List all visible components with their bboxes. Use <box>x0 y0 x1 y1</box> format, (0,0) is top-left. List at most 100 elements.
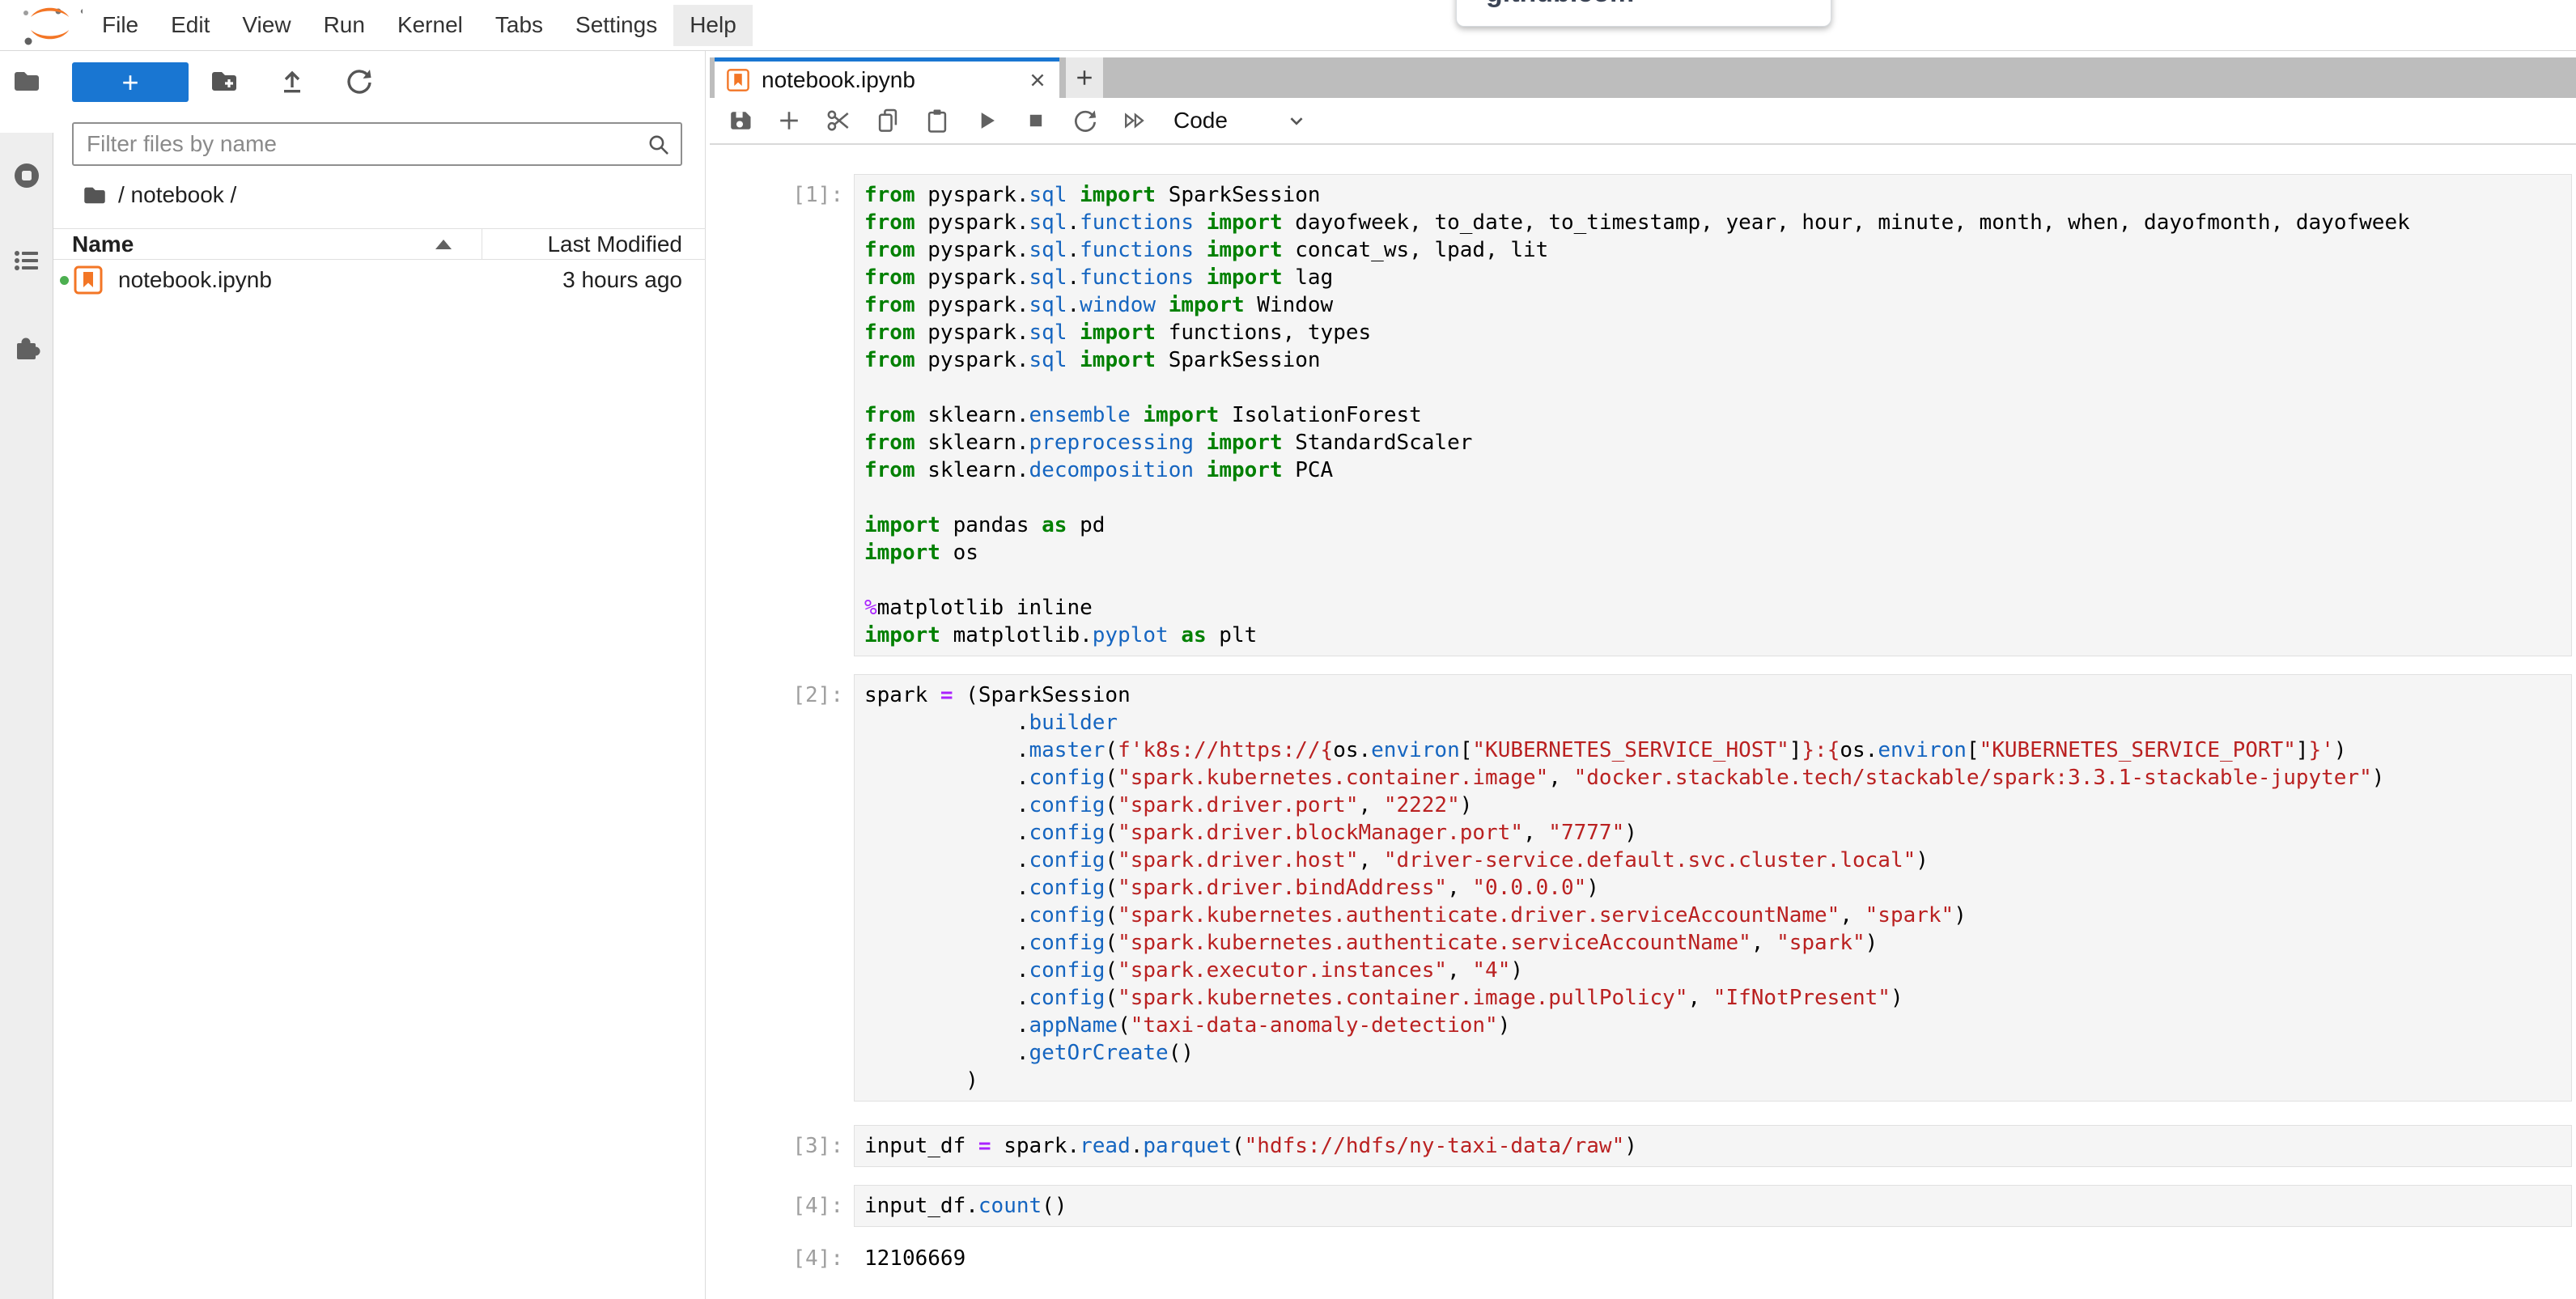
code-line: import os <box>864 539 2565 567</box>
code-cell: [2]: spark = (SparkSession .builder .mast… <box>710 674 2572 1102</box>
refresh-file-list-button[interactable] <box>342 63 377 99</box>
cell-editor[interactable]: from pyspark.sql import SparkSessionfrom… <box>854 174 2572 656</box>
home-folder-icon[interactable] <box>81 181 108 209</box>
stop-icon <box>1021 106 1050 135</box>
cell-editor[interactable]: input_df.count() <box>854 1185 2572 1227</box>
new-folder-button[interactable] <box>206 63 242 99</box>
code-line: %matplotlib inline <box>864 594 2565 622</box>
run-cell-button[interactable] <box>969 103 1004 138</box>
column-header-modified[interactable]: Last Modified <box>547 231 682 257</box>
menu-item-help[interactable]: Help <box>673 5 753 46</box>
code-line: .config("spark.kubernetes.container.imag… <box>864 984 2565 1012</box>
menu-item-settings[interactable]: Settings <box>559 0 673 50</box>
cell-type-select[interactable]: Code <box>1173 108 1228 134</box>
code-cell: [1]: from pyspark.sql import SparkSession… <box>710 174 2572 656</box>
main-menu-bar: FileEditViewRunKernelTabsSettingsHelp <box>0 0 2576 51</box>
file-row[interactable]: notebook.ipynb 3 hours ago <box>53 261 706 299</box>
run-all-cells-button[interactable] <box>1117 103 1152 138</box>
code-line: .getOrCreate() <box>864 1039 2565 1067</box>
plus-icon <box>774 106 804 135</box>
code-line: .config("spark.driver.host", "driver-ser… <box>864 847 2565 874</box>
run-icon <box>972 106 1001 135</box>
menu-item-edit[interactable]: Edit <box>155 0 226 50</box>
code-line: .config("spark.driver.port", "2222") <box>864 792 2565 819</box>
notebook-file-icon <box>73 265 104 295</box>
code-line: .config("spark.driver.blockManager.port"… <box>864 819 2565 847</box>
menu-item-run[interactable]: Run <box>308 0 381 50</box>
file-name: notebook.ipynb <box>118 267 272 293</box>
file-browser-icon[interactable] <box>11 65 43 97</box>
save-button[interactable] <box>722 103 758 138</box>
output-text: 12106669 <box>854 1245 2572 1272</box>
menu-item-file[interactable]: File <box>86 0 155 50</box>
new-launcher-button[interactable]: + <box>72 62 189 102</box>
upload-button[interactable] <box>274 63 310 99</box>
file-list-header: Name Last Modified <box>53 228 706 260</box>
dock-tab-bar: notebook.ipynb <box>710 57 2576 98</box>
restart-kernel-button[interactable] <box>1067 103 1103 138</box>
code-line: input_df = spark.read.parquet("hdfs://hd… <box>864 1132 2565 1160</box>
code-line: .config("spark.kubernetes.authenticate.d… <box>864 902 2565 929</box>
notebook-toolbar: Code <box>710 98 2576 145</box>
code-line: from sklearn.ensemble import IsolationFo… <box>864 401 2565 429</box>
code-line: from sklearn.decomposition import PCA <box>864 456 2565 484</box>
table-of-contents-icon[interactable] <box>11 244 43 277</box>
code-line: 12106669 <box>864 1245 2572 1272</box>
column-header-name[interactable]: Name <box>72 231 134 257</box>
cell-prompt: [2]: <box>761 681 843 709</box>
cell-editor[interactable]: input_df = spark.read.parquet("hdfs://hd… <box>854 1125 2572 1167</box>
code-line: from pyspark.sql import SparkSession <box>864 181 2565 209</box>
browser-popup: github.com <box>1456 0 1831 27</box>
code-line: .config("spark.driver.bindAddress", "0.0… <box>864 874 2565 902</box>
breadcrumb-path: / notebook / <box>118 182 236 208</box>
code-line: from pyspark.sql.functions import dayofw… <box>864 209 2565 236</box>
code-line: import pandas as pd <box>864 512 2565 539</box>
extensions-puzzle-icon[interactable] <box>11 332 43 364</box>
plus-icon <box>1073 66 1096 89</box>
popup-origin-text: github.com <box>1486 0 1634 9</box>
file-modified: 3 hours ago <box>562 267 682 293</box>
code-line: from sklearn.preprocessing import Standa… <box>864 429 2565 456</box>
notebook-scroll-area[interactable]: [1]: from pyspark.sql import SparkSession… <box>710 145 2576 1299</box>
tab-title: notebook.ipynb <box>762 67 915 93</box>
paste-icon <box>923 106 952 135</box>
interrupt-kernel-button[interactable] <box>1018 103 1054 138</box>
paste-cells-button[interactable] <box>919 103 955 138</box>
menu-item-kernel[interactable]: Kernel <box>381 0 479 50</box>
cell-prompt: [1]: <box>761 181 843 209</box>
output-area: [4]: 12106669 <box>710 1245 2572 1272</box>
code-cell: [4]: input_df.count() <box>710 1185 2572 1227</box>
code-line: .config("spark.executor.instances", "4") <box>864 957 2565 984</box>
cell-prompt: [4]: <box>761 1192 843 1220</box>
code-line <box>864 374 2565 401</box>
code-line: .config("spark.kubernetes.authenticate.s… <box>864 929 2565 957</box>
new-folder-icon <box>208 65 240 97</box>
file-browser-panel: + / notebook / Name Las <box>53 51 706 1299</box>
insert-cell-button[interactable] <box>771 103 807 138</box>
file-list: notebook.ipynb 3 hours ago <box>53 261 706 299</box>
code-line: input_df.count() <box>864 1192 2565 1220</box>
tab-notebook[interactable]: notebook.ipynb <box>715 57 1059 98</box>
chevron-down-icon[interactable] <box>1284 108 1309 133</box>
code-line: from pyspark.sql.functions import concat… <box>864 236 2565 264</box>
cell-editor[interactable]: spark = (SparkSession .builder .master(f… <box>854 674 2572 1102</box>
code-line <box>864 567 2565 594</box>
restart-icon <box>1071 106 1100 135</box>
activity-bar <box>0 51 53 1299</box>
menu-item-view[interactable]: View <box>226 0 307 50</box>
file-filter-box <box>72 122 682 166</box>
code-line <box>864 484 2565 512</box>
new-tab-button[interactable] <box>1066 57 1103 98</box>
menu: FileEditViewRunKernelTabsSettingsHelp <box>86 0 753 50</box>
copy-cells-button[interactable] <box>870 103 906 138</box>
breadcrumb[interactable]: / notebook / <box>81 179 236 211</box>
close-tab-icon[interactable] <box>1025 68 1050 92</box>
notebook-file-icon <box>726 68 750 92</box>
file-filter-input[interactable] <box>74 124 681 164</box>
code-line: spark = (SparkSession <box>864 681 2565 709</box>
menu-item-tabs[interactable]: Tabs <box>479 0 559 50</box>
cut-cells-button[interactable] <box>821 103 856 138</box>
fast-forward-icon <box>1120 106 1149 135</box>
running-kernels-icon[interactable] <box>11 159 43 192</box>
output-prompt: [4]: <box>761 1245 843 1272</box>
